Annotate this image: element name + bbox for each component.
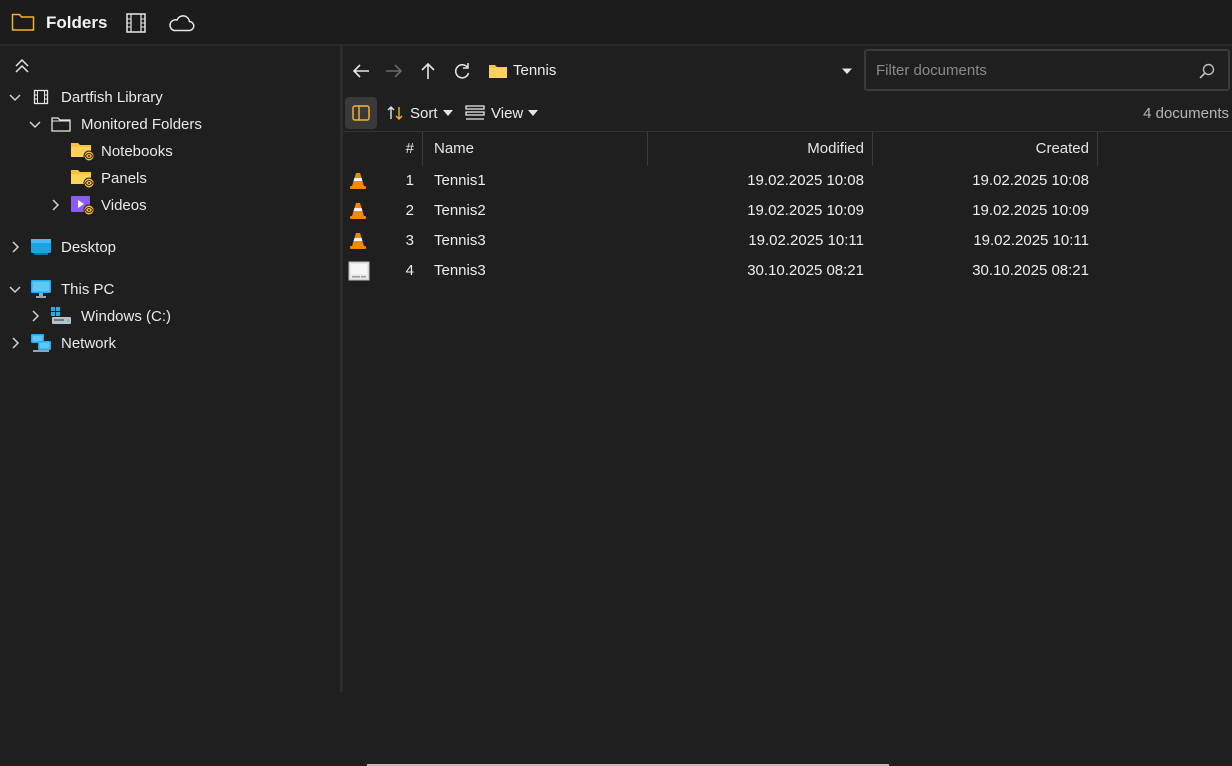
sidebar-item-label: Monitored Folders <box>81 115 202 133</box>
forward-icon[interactable] <box>384 61 406 81</box>
vlc-icon <box>348 171 368 191</box>
column-divider[interactable] <box>1097 132 1098 166</box>
column-header-modified[interactable]: Modified <box>648 132 864 166</box>
folder-icon[interactable] <box>11 12 35 32</box>
film-icon[interactable] <box>125 12 147 34</box>
view-button[interactable]: View <box>465 104 539 122</box>
column-header-created[interactable]: Created <box>873 132 1089 166</box>
desktop-icon <box>30 237 52 257</box>
sidebar-item-label: Windows (C:) <box>81 307 172 325</box>
sidebar-item-label: Panels <box>101 169 147 187</box>
sidebar-item-label: Notebooks <box>101 142 173 160</box>
column-header-number[interactable]: # <box>384 132 414 166</box>
sidebar-item-monitored-folders[interactable]: Monitored Folders <box>28 111 202 137</box>
toolbar: Sort View 4 documents <box>343 96 1232 131</box>
panel-toggle-button[interactable] <box>345 97 377 129</box>
chevron-down-icon[interactable] <box>8 282 22 296</box>
table-row[interactable]: 1 Tennis1 19.02.2025 10:08 19.02.2025 10… <box>343 166 1232 196</box>
sidebar-item-panels[interactable]: Panels <box>70 165 147 191</box>
sidebar-item-label: Desktop <box>61 238 117 256</box>
row-number: 1 <box>405 172 414 189</box>
documents-table: # Name Modified Created 1 Tennis1 19.02.… <box>343 131 1232 766</box>
sidebar-item-label: Videos <box>101 196 147 214</box>
document-count: 4 documents <box>1143 105 1229 122</box>
row-modified: 19.02.2025 10:09 <box>747 202 864 219</box>
view-label: View <box>491 104 524 122</box>
row-modified: 19.02.2025 10:08 <box>747 172 864 189</box>
table-header: # Name Modified Created <box>343 132 1232 166</box>
column-divider[interactable] <box>422 132 423 166</box>
sidebar-tree: Dartfish Library Monitored Folders Noteb… <box>0 46 340 692</box>
row-number: 4 <box>405 262 414 279</box>
sidebar-item-windows-c[interactable]: Windows (C:) <box>28 303 171 329</box>
sort-button[interactable]: Sort <box>386 104 453 122</box>
row-modified: 30.10.2025 08:21 <box>747 262 864 279</box>
row-created: 19.02.2025 10:11 <box>973 232 1089 249</box>
sidebar-item-label: Network <box>61 334 117 352</box>
back-icon[interactable] <box>351 61 373 81</box>
folder-icon <box>488 63 508 79</box>
table-row[interactable]: 4 Tennis3 30.10.2025 08:21 30.10.2025 08… <box>343 256 1232 286</box>
sidebar-item-desktop[interactable]: Desktop <box>8 234 116 260</box>
main-panel: Tennis Sort View <box>343 46 1232 766</box>
chevron-right-icon[interactable] <box>8 336 22 350</box>
view-list-icon <box>465 104 485 122</box>
sidebar-item-dartfish-library[interactable]: Dartfish Library <box>8 84 163 110</box>
column-header-name[interactable]: Name <box>434 132 474 166</box>
chevron-down-icon[interactable] <box>28 117 42 131</box>
monitored-folder-icon <box>70 167 96 189</box>
row-name: Tennis2 <box>434 202 486 219</box>
row-name: Tennis1 <box>434 172 486 189</box>
vlc-icon <box>348 231 368 251</box>
chevron-right-icon[interactable] <box>48 198 62 212</box>
caret-down-icon <box>442 110 453 116</box>
row-name: Tennis3 <box>434 232 486 249</box>
caret-down-icon <box>528 110 539 116</box>
refresh-icon[interactable] <box>452 61 474 81</box>
row-number: 2 <box>405 202 414 219</box>
chevron-right-icon[interactable] <box>28 309 42 323</box>
chevron-down-icon[interactable] <box>8 90 22 104</box>
row-name: Tennis3 <box>434 262 486 279</box>
film-icon <box>33 89 49 105</box>
up-icon[interactable] <box>418 61 440 81</box>
app-header: Folders <box>0 0 1232 46</box>
monitored-folder-icon <box>70 140 96 162</box>
table-row[interactable]: 2 Tennis2 19.02.2025 10:09 19.02.2025 10… <box>343 196 1232 226</box>
sidebar-item-label: This PC <box>61 280 115 298</box>
search-icon[interactable] <box>1198 62 1216 80</box>
filter-input[interactable] <box>874 59 1184 81</box>
row-created: 19.02.2025 10:09 <box>972 202 1089 219</box>
table-row[interactable]: 3 Tennis3 19.02.2025 10:11 19.02.2025 10… <box>343 226 1232 256</box>
monitor-icon <box>30 279 52 299</box>
cloud-icon[interactable] <box>167 14 195 32</box>
row-created: 19.02.2025 10:08 <box>972 172 1089 189</box>
sort-label: Sort <box>410 104 438 122</box>
folder-outline-icon <box>51 116 71 132</box>
filter-box <box>864 49 1230 91</box>
page-title[interactable]: Folders <box>46 13 107 33</box>
network-icon <box>30 333 52 353</box>
row-modified: 19.02.2025 10:11 <box>748 232 864 249</box>
sidebar-item-notebooks[interactable]: Notebooks <box>70 138 173 164</box>
chevron-down-icon[interactable] <box>841 67 853 75</box>
sidebar-item-network[interactable]: Network <box>8 330 116 356</box>
document-icon <box>348 261 370 281</box>
path-label: Tennis <box>513 62 557 79</box>
drive-icon <box>50 306 72 326</box>
collapse-all-icon[interactable] <box>13 58 31 74</box>
breadcrumb[interactable]: Tennis <box>488 62 556 79</box>
sidebar-item-videos[interactable]: Videos <box>48 192 147 218</box>
video-folder-icon <box>70 194 96 216</box>
sidebar-item-label: Dartfish Library <box>61 88 163 106</box>
row-number: 3 <box>405 232 414 249</box>
sort-icon <box>386 104 404 122</box>
side-panel-icon <box>352 105 370 121</box>
chevron-right-icon[interactable] <box>8 240 22 254</box>
sidebar-item-this-pc[interactable]: This PC <box>8 276 114 302</box>
row-created: 30.10.2025 08:21 <box>972 262 1089 279</box>
vlc-icon <box>348 201 368 221</box>
